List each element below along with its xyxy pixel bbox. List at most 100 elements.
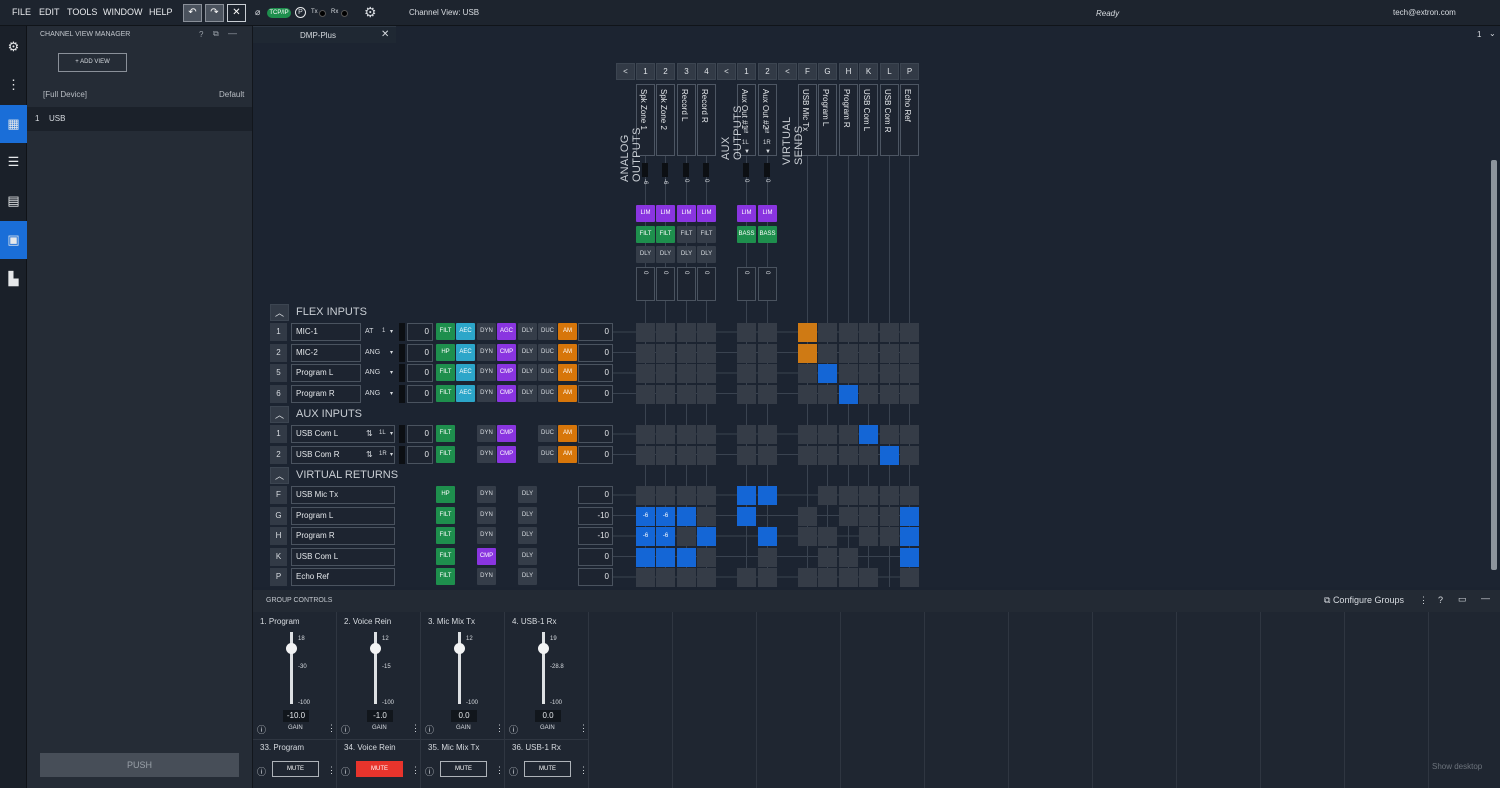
delay-button[interactable]: DLY bbox=[677, 246, 696, 263]
crosspoint[interactable] bbox=[818, 445, 837, 465]
gain-slider-knob[interactable] bbox=[286, 642, 297, 654]
proc-dyn-button[interactable]: DYN bbox=[477, 384, 496, 402]
meters-icon[interactable]: ▙ bbox=[0, 260, 27, 298]
row-name[interactable]: Program R bbox=[291, 384, 361, 403]
more-icon[interactable]: ⋮ bbox=[327, 765, 336, 776]
output-level-field[interactable]: 0 bbox=[578, 343, 613, 362]
crosspoint[interactable] bbox=[737, 548, 756, 567]
crosspoint[interactable] bbox=[798, 486, 817, 505]
proc-filt-button[interactable]: FILT bbox=[436, 547, 455, 565]
chevron-down-icon[interactable]: ▾ bbox=[390, 349, 393, 356]
crosspoint[interactable] bbox=[900, 547, 919, 567]
output-volume-box[interactable]: 0 bbox=[697, 267, 716, 301]
crosspoint[interactable] bbox=[758, 486, 777, 505]
proc-cmp-button[interactable]: CMP bbox=[477, 547, 496, 565]
chevron-down-icon[interactable]: ▾ bbox=[390, 328, 393, 335]
crosspoint[interactable] bbox=[900, 323, 919, 342]
crosspoint[interactable] bbox=[839, 547, 858, 567]
crosspoint[interactable] bbox=[737, 506, 756, 526]
menu-file[interactable]: FILE bbox=[12, 7, 31, 17]
crosspoint[interactable] bbox=[656, 445, 675, 465]
crosspoint[interactable] bbox=[656, 323, 675, 342]
view-item-usb[interactable]: 1 USB bbox=[27, 107, 252, 131]
input-type[interactable]: ANG bbox=[365, 349, 380, 356]
crosspoint[interactable] bbox=[697, 486, 716, 505]
crosspoint[interactable] bbox=[656, 343, 675, 363]
filt-button[interactable]: FILT bbox=[656, 226, 675, 243]
column-name-box[interactable]: Program L bbox=[818, 84, 837, 156]
output-level-field[interactable]: 0 bbox=[578, 445, 613, 464]
crosspoint[interactable] bbox=[656, 364, 675, 383]
proc-aec-button[interactable]: AEC bbox=[456, 384, 475, 402]
proc-dyn-button[interactable]: DYN bbox=[477, 568, 496, 585]
proc-aec-button[interactable]: AEC bbox=[456, 323, 475, 340]
crosspoint[interactable]: -6 bbox=[636, 506, 655, 526]
matrix-view-icon[interactable]: ▦ bbox=[0, 105, 27, 143]
chevron-down-icon[interactable]: ▼ bbox=[765, 149, 771, 155]
column-name-box[interactable]: Echo Ref bbox=[900, 84, 919, 156]
lim-button[interactable]: LIM bbox=[677, 205, 696, 222]
more-icon[interactable]: ⋮ bbox=[495, 723, 504, 734]
document-icon[interactable]: ▤ bbox=[0, 182, 27, 220]
crosspoint[interactable] bbox=[839, 384, 858, 404]
row-name[interactable]: USB Com L bbox=[291, 547, 395, 566]
row-name[interactable]: Program L bbox=[291, 364, 361, 382]
crosspoint[interactable] bbox=[818, 527, 837, 546]
crosspoint[interactable] bbox=[859, 364, 878, 383]
proc-am-button[interactable]: AM bbox=[558, 323, 577, 340]
crosspoint[interactable] bbox=[798, 568, 817, 587]
more-icon[interactable]: ⋮ bbox=[495, 765, 504, 776]
proc-duc-button[interactable]: DUC bbox=[538, 384, 557, 402]
chevron-down-icon[interactable]: ▾ bbox=[390, 369, 393, 376]
crosspoint[interactable] bbox=[697, 506, 716, 526]
proc-filt-button[interactable]: FILT bbox=[436, 364, 455, 381]
crosspoint[interactable] bbox=[880, 425, 899, 444]
crosspoint[interactable] bbox=[818, 343, 837, 363]
proc-aec-button[interactable]: AEC bbox=[456, 343, 475, 361]
crosspoint[interactable] bbox=[839, 323, 858, 342]
crosspoint[interactable] bbox=[758, 568, 777, 587]
mute-button[interactable]: MUTE bbox=[440, 761, 487, 777]
bass-button[interactable]: BASS bbox=[758, 226, 777, 243]
crosspoint[interactable] bbox=[737, 384, 756, 404]
crosspoint[interactable] bbox=[900, 343, 919, 363]
proc-dyn-button[interactable]: DYN bbox=[477, 486, 496, 503]
crosspoint[interactable] bbox=[818, 486, 837, 505]
menu-help[interactable]: HELP bbox=[149, 7, 173, 17]
more-icon[interactable]: ⋮ bbox=[579, 723, 588, 734]
more-icon[interactable]: ⋮ bbox=[327, 723, 336, 734]
crosspoint[interactable] bbox=[839, 343, 858, 363]
crosspoint[interactable] bbox=[677, 364, 696, 383]
crosspoint[interactable] bbox=[737, 527, 756, 546]
chevron-down-icon[interactable]: ▼ bbox=[744, 149, 750, 155]
info-icon[interactable]: ⓘ bbox=[257, 723, 266, 736]
crosspoint[interactable] bbox=[677, 527, 696, 546]
info-icon[interactable]: ⓘ bbox=[509, 723, 518, 736]
crosspoint[interactable] bbox=[677, 425, 696, 444]
crosspoint[interactable] bbox=[839, 506, 858, 526]
proc-dly-button[interactable]: DLY bbox=[518, 343, 537, 361]
proc-dyn-button[interactable]: DYN bbox=[477, 527, 496, 544]
crosspoint[interactable] bbox=[839, 445, 858, 465]
dock-icon[interactable]: ⧉ bbox=[213, 29, 219, 39]
crosspoint[interactable] bbox=[880, 323, 899, 342]
proc-cmp-button[interactable]: CMP bbox=[497, 343, 516, 361]
lim-button[interactable]: LIM bbox=[758, 205, 777, 222]
output-level-field[interactable]: 0 bbox=[578, 364, 613, 382]
proc-dly-button[interactable]: DLY bbox=[518, 568, 537, 585]
proc-am-button[interactable]: AM bbox=[558, 425, 577, 442]
crosspoint[interactable] bbox=[677, 547, 696, 567]
row-name[interactable]: MIC-2 bbox=[291, 343, 361, 362]
row-name[interactable]: Program L bbox=[291, 506, 395, 525]
menu-tools[interactable]: TOOLS bbox=[67, 7, 97, 17]
crosspoint[interactable] bbox=[758, 323, 777, 342]
crosspoint[interactable] bbox=[636, 486, 655, 505]
menu-edit[interactable]: EDIT bbox=[39, 7, 60, 17]
proc-am-button[interactable]: AM bbox=[558, 445, 577, 463]
proc-dly-button[interactable]: DLY bbox=[518, 364, 537, 381]
proc-duc-button[interactable]: DUC bbox=[538, 445, 557, 463]
proc-hp-button[interactable]: HP bbox=[436, 343, 455, 361]
crosspoint[interactable] bbox=[636, 343, 655, 363]
crosspoint[interactable] bbox=[880, 506, 899, 526]
crosspoint[interactable] bbox=[697, 343, 716, 363]
